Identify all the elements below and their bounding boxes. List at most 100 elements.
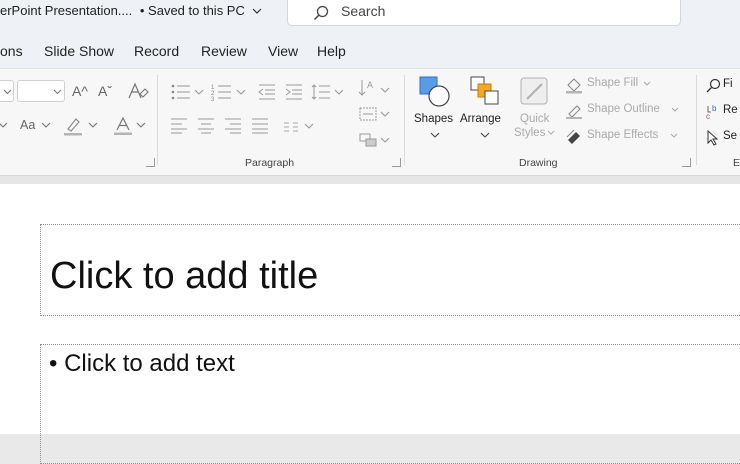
paragraph-dialog-launcher[interactable] [392,158,401,167]
align-right-icon[interactable] [224,117,242,135]
arrange-button[interactable]: Arrange [460,75,510,149]
pen-outline-icon [566,105,582,119]
change-case-button[interactable]: Aa [20,118,35,132]
content-placeholder-text: • Click to add text [49,350,235,377]
find-label: Fi [723,78,733,90]
tab-record[interactable]: Record [134,43,179,59]
shrink-font-button[interactable]: Aˇ [98,83,112,99]
chevron-down-icon [480,132,490,138]
find-button[interactable]: Fi [705,77,740,97]
align-text-icon[interactable] [358,105,378,123]
svg-text:c: c [706,112,710,121]
decrease-indent-icon[interactable] [258,83,276,101]
chevron-down-icon [3,89,12,95]
title-placeholder-text: Click to add title [50,255,319,297]
tab-help[interactable]: Help [317,43,346,59]
paint-bucket-icon [566,78,582,94]
chevron-down-icon[interactable] [380,110,390,118]
arrange-label: Arrange [460,113,501,125]
line-spacing-icon[interactable] [311,83,331,101]
shapes-button[interactable]: Shapes [414,75,458,149]
align-left-icon[interactable] [170,117,188,135]
paragraph-group-label: Paragraph [245,157,295,169]
ribbon: A^ Aˇ Aa 1 2 3 A Paragraph Shapes Arrang… [0,68,740,176]
slide-editor-area[interactable]: Click to add title • Click to add text [0,176,740,464]
chevron-down-icon [670,133,678,138]
chevron-down-icon[interactable] [304,122,314,130]
highlight-color-icon[interactable] [62,116,84,136]
editing-group-label: E [733,157,740,169]
quick-styles-icon [520,77,548,105]
font-name-combo[interactable] [0,80,14,102]
chevron-down-icon[interactable] [0,121,8,129]
find-icon [706,78,721,93]
justify-icon[interactable] [251,117,269,135]
select-button[interactable]: Se [705,129,740,149]
font-color-icon[interactable] [112,116,134,136]
chevron-down-icon [430,132,440,138]
tab-view[interactable]: View [268,43,298,59]
quick-styles-label-1: Quick [520,113,550,125]
shape-effects-button[interactable]: Shape Effects [565,127,685,147]
font-dialog-launcher[interactable] [146,158,155,167]
shapes-label: Shapes [414,113,454,125]
select-label: Se [723,130,738,142]
chevron-down-icon[interactable] [380,136,390,144]
drawing-dialog-launcher[interactable] [682,158,691,167]
increase-indent-icon[interactable] [285,83,303,101]
shape-outline-label: Shape Outline [587,103,660,115]
align-center-icon[interactable] [197,117,215,135]
clear-formatting-icon[interactable] [127,81,149,101]
document-title[interactable]: erPoint Presentation.... • Saved to this… [0,3,262,18]
content-placeholder[interactable]: • Click to add text [40,344,740,464]
smartart-convert-icon[interactable] [358,130,378,148]
search-placeholder: Search [341,3,386,19]
shape-fill-button[interactable]: Shape Fill [565,75,685,95]
shape-effects-icon [566,129,580,144]
tab-animations[interactable]: ons [0,43,23,59]
chevron-down-icon [671,107,679,112]
chevron-down-icon [547,130,555,135]
replace-icon: b c [706,104,717,121]
chevron-down-icon[interactable] [194,88,204,96]
quick-styles-button[interactable]: Quick Styles [512,75,556,149]
chevron-down-icon[interactable] [88,121,98,129]
slide-canvas[interactable]: Click to add title • Click to add text [0,184,740,464]
chevron-down-icon[interactable] [380,86,390,94]
title-placeholder[interactable]: Click to add title [40,224,740,316]
group-separator [404,75,405,165]
search-box[interactable]: Search [287,0,681,26]
bullets-icon[interactable] [170,83,192,101]
chevron-down-icon[interactable] [334,88,344,96]
chevron-down-icon [252,8,261,14]
ribbon-tabs: ons Slide Show Record Review View Help [0,34,740,68]
svg-text:A: A [367,80,373,90]
title-bar: erPoint Presentation.... • Saved to this… [0,0,740,34]
document-name: erPoint Presentation.... [0,3,133,18]
group-separator [696,75,697,165]
cursor-arrow-icon [707,130,719,146]
shapes-icon [419,76,450,107]
drawing-group-label: Drawing [519,157,558,169]
columns-icon[interactable] [283,121,299,133]
shape-effects-label: Shape Effects [587,129,659,141]
tab-review[interactable]: Review [201,43,247,59]
font-size-combo[interactable] [17,80,65,102]
numbering-icon[interactable]: 1 2 3 [211,83,233,101]
replace-button[interactable]: b c Re [705,103,740,123]
tab-slide-show[interactable]: Slide Show [44,43,114,59]
shape-fill-label: Shape Fill [587,77,639,89]
chevron-down-icon[interactable] [236,88,246,96]
chevron-down-icon[interactable] [136,121,146,129]
text-direction-icon[interactable]: A [358,78,378,98]
chevron-down-icon [53,89,62,95]
arrange-icon [470,76,499,105]
group-separator [157,75,158,165]
saved-status: • Saved to this PC [139,3,245,18]
shape-outline-button[interactable]: Shape Outline [565,101,685,121]
grow-font-button[interactable]: A^ [72,83,88,99]
search-icon [313,5,329,21]
svg-text:b: b [712,104,717,113]
chevron-down-icon[interactable] [41,121,51,129]
quick-styles-label-2: Styles [514,127,546,139]
